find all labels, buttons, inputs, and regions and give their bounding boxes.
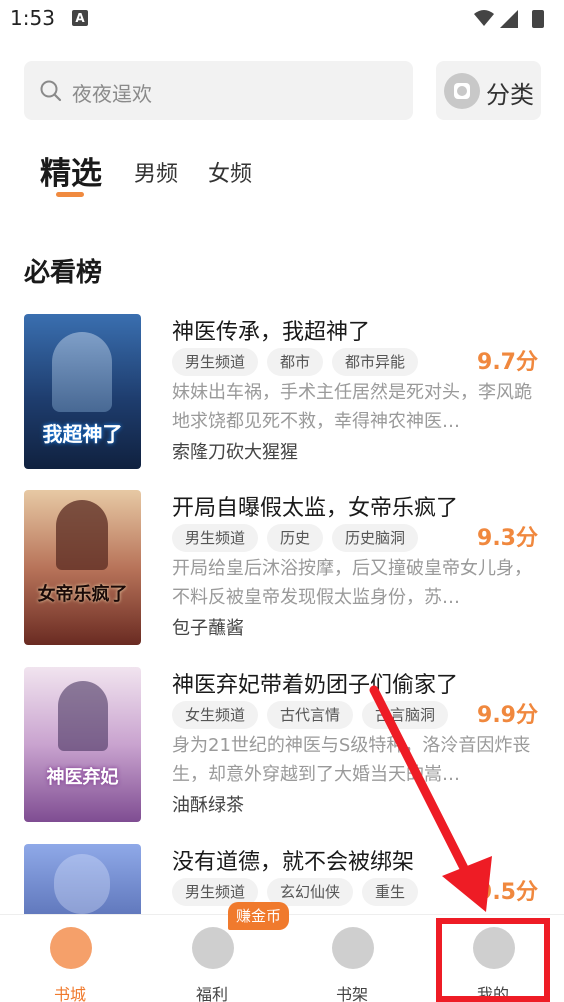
annotation-highlight-box <box>436 918 550 1002</box>
book-author: 索隆刀砍大猩猩 <box>172 442 298 463</box>
signal-icon <box>500 10 518 28</box>
book-title: 神医传承，我超神了 <box>172 320 371 345</box>
status-time: 1:53 <box>10 6 55 30</box>
channel-tabs: 精选 男频 女频 <box>40 148 340 198</box>
search-icon <box>40 80 62 102</box>
cover-title: 女帝乐疯了 <box>37 584 128 605</box>
book-cover[interactable] <box>24 844 141 914</box>
battery-icon <box>532 10 544 28</box>
book-score: 9.3分 <box>477 526 538 551</box>
tab-featured[interactable]: 精选 <box>40 148 102 193</box>
tag[interactable]: 都市异能 <box>332 348 419 376</box>
search-placeholder: 夜夜逞欢 <box>72 82 152 106</box>
tag[interactable]: 古代言情 <box>267 701 354 729</box>
tag[interactable]: 女生频道 <box>172 701 259 729</box>
book-tags: 男生频道 历史 历史脑洞 <box>172 524 427 552</box>
nav-bookshelf[interactable]: 书架 <box>302 915 402 1002</box>
system-status-icons <box>474 10 544 28</box>
notification-icon: A <box>72 10 88 26</box>
book-description: 妹妹出车祸，手术主任居然是死对头，李风跪地求饶都见死不救，幸得神农神医… <box>172 382 532 432</box>
tag[interactable]: 都市 <box>267 348 324 376</box>
status-bar: 1:53 A <box>0 0 564 40</box>
wifi-icon <box>474 10 494 26</box>
tab-female[interactable]: 女频 <box>208 156 252 188</box>
category-icon <box>444 73 480 109</box>
book-author: 油酥绿茶 <box>172 795 244 816</box>
book-item[interactable]: 我超神了 神医传承，我超神了 男生频道 都市 都市异能 9.7分 妹妹出车祸，手术主… <box>24 314 544 472</box>
cover-title: 神医弃妃 <box>46 767 119 788</box>
tab-male[interactable]: 男频 <box>134 156 178 188</box>
nav-label: 书架 <box>335 985 368 1002</box>
cover-title: 我超神了 <box>42 422 123 446</box>
bookstore-icon <box>50 927 92 969</box>
book-tags: 男生频道 都市 都市异能 <box>172 348 427 376</box>
bookshelf-icon <box>332 927 374 969</box>
active-tab-indicator <box>56 192 84 197</box>
book-author: 包子蘸酱 <box>172 618 244 639</box>
book-cover[interactable]: 我超神了 <box>24 314 141 469</box>
gift-icon <box>192 927 234 969</box>
earn-coins-badge[interactable]: 赚金币 <box>228 902 290 930</box>
nav-label: 福利 <box>195 985 228 1002</box>
book-title: 开局自曝假太监，女帝乐疯了 <box>172 496 459 521</box>
tag[interactable]: 历史 <box>267 524 324 552</box>
book-description: 开局给皇后沐浴按摩，后又撞破皇帝女儿身，不料反被皇帝发现假太监身份，苏… <box>172 558 532 608</box>
category-label: 分类 <box>486 81 534 109</box>
search-bar[interactable]: 夜夜逞欢 <box>24 61 413 120</box>
category-button[interactable]: 分类 <box>436 61 541 120</box>
book-item[interactable]: 女帝乐疯了 开局自曝假太监，女帝乐疯了 男生频道 历史 历史脑洞 9.3分 开局给皇… <box>24 490 544 648</box>
book-score: 9.7分 <box>477 350 538 375</box>
book-cover[interactable]: 女帝乐疯了 <box>24 490 141 645</box>
section-title: 必看榜 <box>24 258 103 288</box>
annotation-arrow <box>369 685 492 912</box>
tag[interactable]: 历史脑洞 <box>332 524 419 552</box>
nav-label: 书城 <box>53 985 86 1002</box>
tag[interactable]: 男生频道 <box>172 348 259 376</box>
tag[interactable]: 男生频道 <box>172 524 259 552</box>
book-cover[interactable]: 神医弃妃 <box>24 667 141 822</box>
nav-bookstore[interactable]: 书城 <box>20 915 120 1002</box>
